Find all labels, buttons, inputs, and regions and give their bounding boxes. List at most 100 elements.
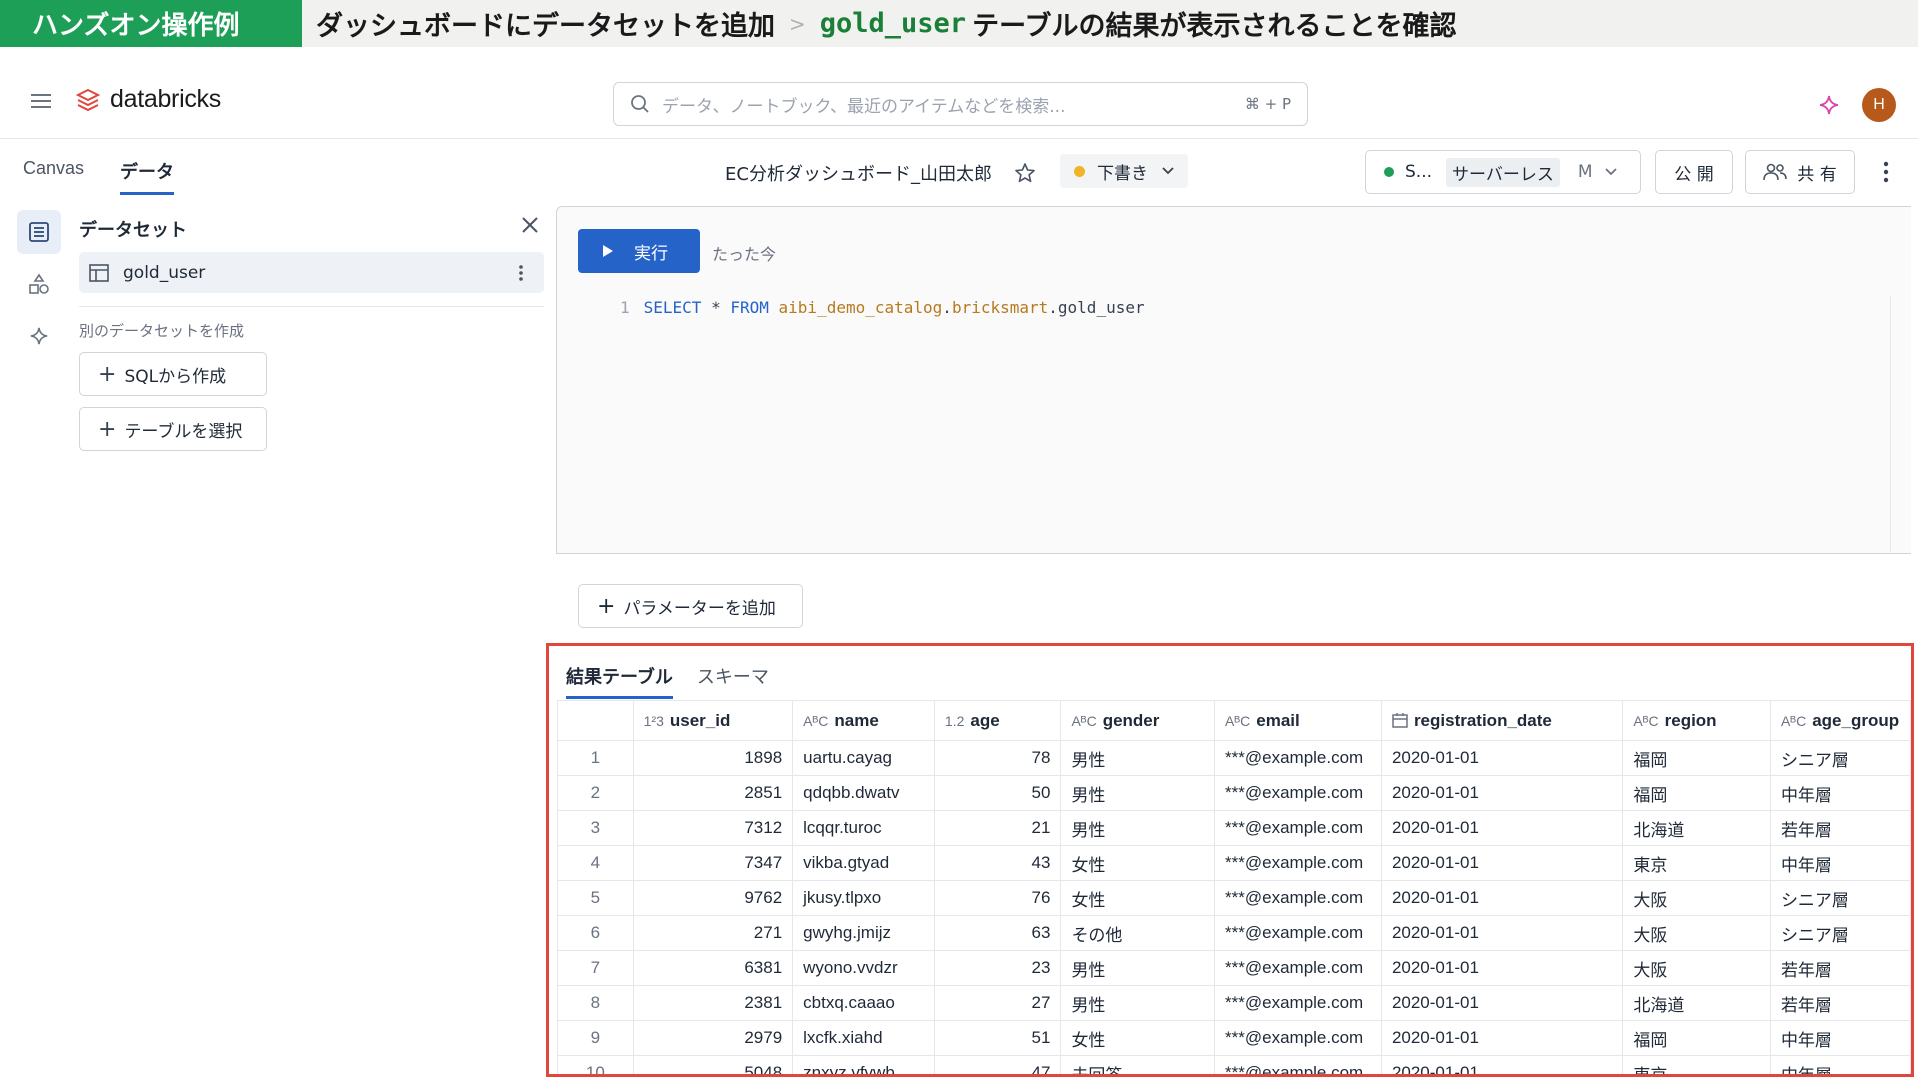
menu-icon[interactable] [31,94,51,108]
table-cell[interactable]: uartu.cayag [792,740,935,776]
table-cell[interactable]: 未回答 [1060,1055,1216,1074]
table-row[interactable]: 4 7347 vikba.gtyad 43 女性 ***@example.com 2020-… [557,845,1911,881]
table-cell[interactable]: 男性 [1060,740,1216,776]
table-cell[interactable]: 21 [933,810,1062,846]
rail-shapes[interactable] [17,262,61,306]
column-header[interactable]: 1²3 user_id [632,700,794,741]
table-cell[interactable]: 2979 [632,1020,794,1056]
table-cell[interactable]: cbtxq.caaao [792,985,935,1021]
table-cell[interactable]: シニア層 [1769,915,1911,951]
column-header[interactable]: AᴮC region [1622,700,1771,741]
table-cell[interactable]: 2020-01-01 [1380,740,1624,776]
table-cell[interactable]: 2020-01-01 [1380,880,1624,916]
table-cell[interactable]: jkusy.tlpxo [792,880,935,916]
table-cell[interactable]: 女性 [1060,880,1216,916]
table-cell[interactable]: 51 [933,1020,1062,1056]
table-cell[interactable]: 2020-01-01 [1380,1020,1624,1056]
table-row[interactable]: 6 271 gwyhg.jmijz 63 その他 ***@example.com 2020-… [557,915,1911,951]
table-cell[interactable]: 63 [933,915,1062,951]
table-row[interactable]: 1 1898 uartu.cayag 78 男性 ***@example.com 2020-… [557,740,1911,776]
table-cell[interactable]: gwyhg.jmijz [792,915,935,951]
column-header[interactable]: AᴮC gender [1060,700,1216,741]
publish-button[interactable]: 公 開 [1655,150,1733,194]
dataset-options-icon[interactable] [518,264,524,282]
column-header[interactable]: AᴮC name [792,700,935,741]
table-cell[interactable]: ***@example.com [1214,985,1382,1021]
table-cell[interactable]: 7312 [632,810,794,846]
select-table-button[interactable]: + テーブルを選択 [79,407,267,451]
table-cell[interactable]: 大阪 [1622,950,1771,986]
dashboard-name[interactable]: EC分析ダッシュボード_山田太郎 [725,160,992,186]
table-cell[interactable]: 女性 [1060,1020,1216,1056]
table-cell[interactable]: 男性 [1060,810,1216,846]
table-cell[interactable]: 男性 [1060,985,1216,1021]
editor-scrollbar[interactable] [1890,296,1891,552]
tab-canvas[interactable]: Canvas [23,158,84,195]
table-cell[interactable]: lxcfk.xiahd [792,1020,935,1056]
table-cell[interactable]: 大阪 [1622,880,1771,916]
table-row[interactable]: 5 9762 jkusy.tlpxo 76 女性 ***@example.com 2020-… [557,880,1911,916]
table-cell[interactable]: 2020-01-01 [1380,1055,1624,1074]
table-cell[interactable]: 2020-01-01 [1380,985,1624,1021]
table-cell[interactable]: 男性 [1060,950,1216,986]
table-cell[interactable]: 5048 [632,1055,794,1074]
table-cell[interactable]: 2020-01-01 [1380,915,1624,951]
column-header[interactable]: 1.2 age [933,700,1062,741]
table-cell[interactable]: 78 [933,740,1062,776]
table-cell[interactable]: 東京 [1622,1055,1771,1074]
table-cell[interactable]: wyono.vvdzr [792,950,935,986]
table-cell[interactable]: 中年層 [1769,1055,1911,1074]
table-cell[interactable]: qdqbb.dwatv [792,775,935,811]
close-icon[interactable] [521,216,539,234]
table-cell[interactable]: 2381 [632,985,794,1021]
table-row[interactable]: 7 6381 wyono.vvdzr 23 男性 ***@example.com 2020-… [557,950,1911,986]
table-cell[interactable]: 若年層 [1769,950,1911,986]
column-header[interactable]: registration_date [1380,700,1624,741]
run-button[interactable]: 実行 [578,229,700,273]
rail-assistant[interactable] [17,314,61,358]
table-cell[interactable]: 271 [632,915,794,951]
databricks-logo[interactable]: databricks [76,85,221,114]
table-cell[interactable]: lcqqr.turoc [792,810,935,846]
table-cell[interactable]: ***@example.com [1214,740,1382,776]
table-cell[interactable]: ***@example.com [1214,880,1382,916]
table-cell[interactable]: 大阪 [1622,915,1771,951]
more-options-icon[interactable] [1882,160,1890,184]
table-cell[interactable]: ***@example.com [1214,915,1382,951]
table-row[interactable]: 3 7312 lcqqr.turoc 21 男性 ***@example.com 2020-… [557,810,1911,846]
table-cell[interactable]: 福岡 [1622,740,1771,776]
table-cell[interactable]: 2020-01-01 [1380,950,1624,986]
table-cell[interactable]: 2020-01-01 [1380,810,1624,846]
compute-selector[interactable]: S... サーバーレス M [1365,150,1641,194]
table-cell[interactable]: 27 [933,985,1062,1021]
table-cell[interactable]: 9762 [632,880,794,916]
create-from-sql-button[interactable]: + SQLから作成 [79,352,267,396]
table-cell[interactable]: 男性 [1060,775,1216,811]
column-header[interactable]: AᴮC email [1214,700,1382,741]
table-cell[interactable]: 47 [933,1055,1062,1074]
table-cell[interactable]: ***@example.com [1214,775,1382,811]
share-button[interactable]: 共 有 [1745,150,1855,194]
table-cell[interactable]: ***@example.com [1214,950,1382,986]
add-parameter-button[interactable]: + パラメーターを追加 [578,584,803,628]
table-cell[interactable]: 76 [933,880,1062,916]
table-cell[interactable]: 43 [933,845,1062,881]
table-cell[interactable]: 東京 [1622,845,1771,881]
table-cell[interactable]: 23 [933,950,1062,986]
table-row[interactable]: 9 2979 lxcfk.xiahd 51 女性 ***@example.com 2020-… [557,1020,1911,1056]
table-cell[interactable]: 福岡 [1622,1020,1771,1056]
tab-data[interactable]: データ [120,158,175,195]
table-cell[interactable]: 中年層 [1769,1020,1911,1056]
table-cell[interactable]: 女性 [1060,845,1216,881]
table-cell[interactable]: 6381 [632,950,794,986]
dataset-item-gold-user[interactable]: gold_user [79,252,544,293]
table-cell[interactable]: znxyz.vfvwb [792,1055,935,1074]
table-cell[interactable]: 2020-01-01 [1380,775,1624,811]
table-cell[interactable]: 2851 [632,775,794,811]
table-row[interactable]: 8 2381 cbtxq.caaao 27 男性 ***@example.com 2020-… [557,985,1911,1021]
draft-status-dropdown[interactable]: 下書き [1060,154,1188,188]
rail-datasets[interactable] [17,210,61,254]
table-row[interactable]: 10 5048 znxyz.vfvwb 47 未回答 ***@example.com 202… [557,1055,1911,1074]
code-line[interactable]: 1 SELECT * FROM aibi_demo_catalog.bricksm… [620,298,1145,317]
table-cell[interactable]: 1898 [632,740,794,776]
